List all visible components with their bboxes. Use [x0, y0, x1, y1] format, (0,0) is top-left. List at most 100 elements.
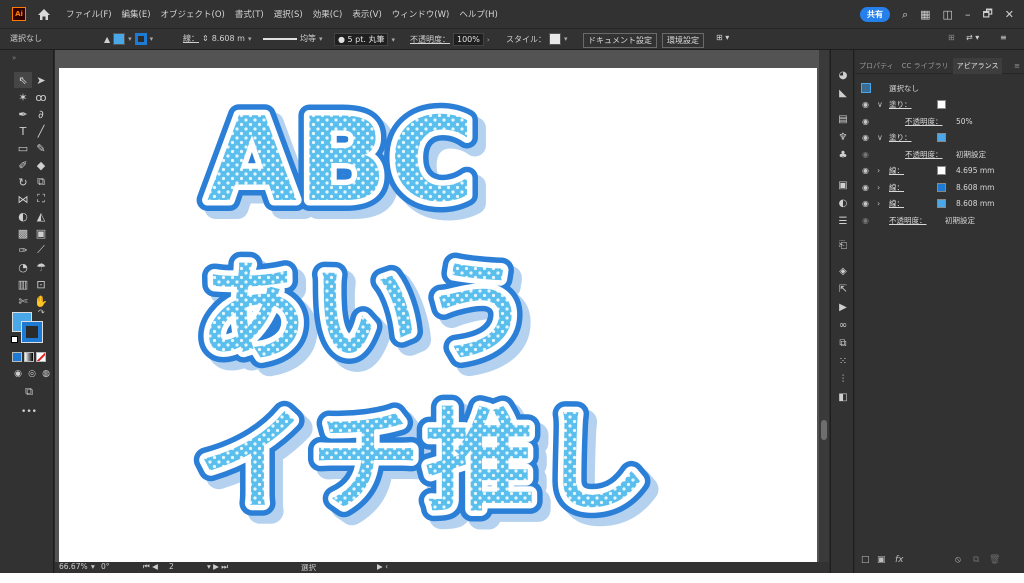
color-guide-icon[interactable]: ◣	[835, 86, 851, 100]
tab-appearance[interactable]: アピアランス	[952, 57, 1003, 74]
stroke-color-box[interactable]	[21, 321, 43, 343]
links-icon[interactable]: ∞	[835, 318, 851, 332]
panel-grip-icon[interactable]: »	[12, 54, 16, 62]
panel-menu-icon[interactable]: ≡	[1000, 33, 1007, 42]
stroke-swatch[interactable]	[134, 33, 147, 45]
share-button[interactable]: 共有	[859, 7, 890, 22]
pen-tool-icon[interactable]: ✒	[14, 106, 32, 122]
panel-menu-icon[interactable]: ≡	[1010, 58, 1024, 74]
attribute-swatch[interactable]	[937, 133, 946, 143]
attribute-swatch[interactable]	[937, 100, 946, 110]
chevron-down-icon[interactable]: ▾	[248, 35, 252, 43]
visibility-eye-icon[interactable]: ◉	[862, 216, 872, 225]
arrange-documents-icon[interactable]: ▦	[920, 8, 930, 21]
menu-select[interactable]: 選択(S)	[274, 8, 303, 20]
chevron-down-icon[interactable]: ▾	[91, 562, 95, 571]
attribute-value[interactable]: 8.608 mm	[956, 199, 994, 208]
arrange-icon[interactable]: ⊞ ▾	[716, 33, 729, 42]
artwork-line-3[interactable]: イチ推し イチ推し イチ推し イチ推し	[186, 387, 668, 545]
menu-object[interactable]: オブジェクト(O)	[161, 8, 225, 20]
free-transform-tool-icon[interactable]: ⛶	[32, 191, 50, 207]
appearance-row[interactable]: ◉ ∨ 塗り：	[855, 97, 1024, 114]
menu-help[interactable]: ヘルプ(H)	[459, 8, 498, 20]
chevron-down-icon[interactable]: ▾	[128, 35, 132, 43]
document-setup-button[interactable]: ドキュメント設定	[583, 33, 657, 48]
gradient-tool-icon[interactable]: ▣	[32, 225, 50, 241]
appearance-row[interactable]: ◉ › 線： 8.608 mm	[855, 196, 1024, 213]
measure-tool-icon[interactable]: ⟋	[32, 242, 50, 258]
search-icon[interactable]: ⌕	[902, 8, 908, 22]
attribute-label[interactable]: 線：	[889, 165, 904, 176]
rectangle-tool-icon[interactable]: ▭	[14, 140, 32, 156]
menu-view[interactable]: 表示(V)	[352, 8, 381, 20]
menu-effect[interactable]: 効果(C)	[313, 8, 343, 20]
type-tool-icon[interactable]: T	[14, 123, 32, 139]
appearance-icon[interactable]: ⎗	[835, 238, 851, 252]
gradient-panel-icon[interactable]: ◐	[835, 196, 851, 210]
tab-cc-libraries[interactable]: CC ライブラリ	[898, 58, 953, 74]
workspace-icon[interactable]: ◫	[943, 8, 953, 21]
home-icon[interactable]	[36, 6, 52, 22]
artboard-nav-next-icon[interactable]: ▾ ▶ ⏭	[207, 562, 228, 572]
draw-inside-icon[interactable]: ◍	[40, 368, 52, 380]
expand-chevron-icon[interactable]: ∨	[877, 100, 883, 109]
hand-tool-icon[interactable]: ✋	[32, 293, 50, 309]
attribute-swatch[interactable]	[937, 182, 946, 192]
scale-tool-icon[interactable]: ⧉	[32, 174, 50, 190]
pathfinder-icon[interactable]: ◧	[835, 390, 851, 404]
opacity-control[interactable]: 不透明度： 100% ›	[410, 33, 490, 46]
visibility-eye-icon[interactable]: ◉	[862, 150, 872, 159]
line-tool-icon[interactable]: ╱	[32, 123, 50, 139]
layers-icon[interactable]: ◈	[835, 264, 851, 278]
attribute-label[interactable]: 塗り：	[889, 99, 912, 110]
edit-toolbar-icon[interactable]: •••	[20, 404, 38, 420]
visibility-eye-icon[interactable]: ◉	[862, 133, 872, 142]
attribute-label[interactable]: 不透明度：	[905, 149, 943, 160]
actions-icon[interactable]: ▶	[835, 300, 851, 314]
stroke-panel-icon[interactable]: ▣	[835, 178, 851, 192]
style-swatch[interactable]	[549, 33, 561, 45]
visibility-eye-icon[interactable]: ◉	[862, 166, 872, 175]
attribute-label[interactable]: 塗り：	[889, 132, 912, 143]
export-icon[interactable]: ⇱	[835, 282, 851, 296]
none-mode-icon[interactable]	[36, 352, 46, 362]
delete-item-icon[interactable]: 🗑	[989, 555, 1000, 565]
symbols-icon[interactable]: ♣	[835, 148, 851, 162]
attribute-label[interactable]: 線：	[889, 182, 904, 193]
preferences-button[interactable]: 環境設定	[662, 33, 704, 48]
preferences-label[interactable]: 環境設定	[662, 33, 704, 48]
align-panel-icon[interactable]: ⫶	[835, 372, 851, 386]
attribute-value[interactable]: 8.608 mm	[956, 183, 994, 192]
curvature-tool-icon[interactable]: ∂	[32, 106, 50, 122]
shaper-tool-icon[interactable]: ✐	[14, 157, 32, 173]
artwork-line-2[interactable]: あいう あいう あいう あいう	[188, 240, 550, 395]
stroke-value[interactable]: 8.608 m	[212, 34, 245, 43]
status-menu-icon[interactable]: ▶ ‹	[377, 562, 388, 571]
slice-tool-icon[interactable]: ✄	[14, 293, 32, 309]
appearance-row[interactable]: ◉ ∨ 塗り：	[855, 130, 1024, 147]
add-fill-icon[interactable]: ▣	[877, 555, 886, 565]
attribute-label[interactable]: 不透明度：	[889, 215, 927, 226]
attribute-value[interactable]: 初期設定	[956, 149, 986, 160]
attribute-value[interactable]: 初期設定	[945, 215, 975, 226]
expand-chevron-icon[interactable]: ›	[877, 199, 880, 208]
menu-edit[interactable]: 編集(E)	[122, 8, 151, 20]
attribute-swatch[interactable]	[937, 199, 946, 209]
gradient-mode-icon[interactable]	[24, 352, 34, 362]
brushes-icon[interactable]: ♆	[835, 130, 851, 144]
attribute-label[interactable]: 不透明度：	[905, 116, 943, 127]
visibility-eye-icon[interactable]: ◉	[862, 199, 872, 208]
minimize-button[interactable]: –	[965, 8, 971, 21]
appearance-row[interactable]: ◉ 不透明度： 初期設定	[855, 212, 1024, 229]
appearance-row[interactable]: ◉ 不透明度： 初期設定	[855, 146, 1024, 163]
artboard-number[interactable]: 2	[169, 562, 174, 571]
eyedropper-tool-icon[interactable]: ✑	[14, 242, 32, 258]
fill-swatch[interactable]	[113, 33, 126, 45]
paintbrush-tool-icon[interactable]: ✎	[32, 140, 50, 156]
expand-chevron-icon[interactable]: ›	[877, 166, 880, 175]
clear-appearance-icon[interactable]: ⦸	[955, 555, 961, 565]
opacity-input[interactable]: 100%	[453, 33, 484, 46]
color-panel-icon[interactable]: ◕	[835, 68, 851, 82]
artboard-nav-first-icon[interactable]: ⏮ ◀	[143, 562, 158, 572]
document-setup-label[interactable]: ドキュメント設定	[583, 33, 657, 48]
